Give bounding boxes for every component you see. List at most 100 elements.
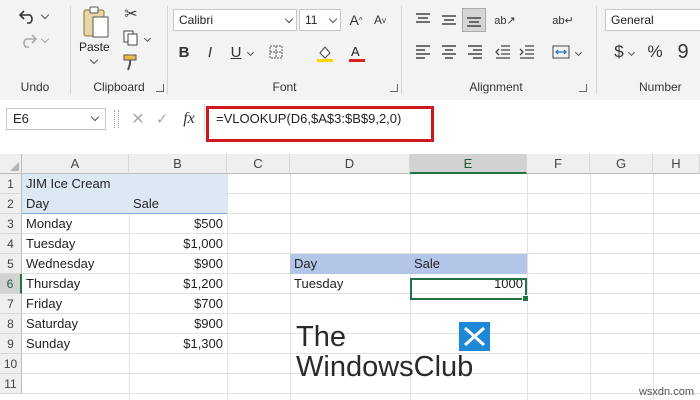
cell-a2[interactable]: Day [22,194,129,214]
source-label: wsxdn.com [638,386,694,398]
row-header-1[interactable]: 1 [0,174,22,194]
align-bottom-icon[interactable] [462,8,486,32]
font-launcher-icon[interactable] [390,84,398,92]
row-header-9[interactable]: 9 [0,334,22,354]
borders-icon[interactable] [266,42,286,62]
undo-group: Undo [0,0,70,100]
insert-function-icon[interactable]: fx [178,109,200,129]
underline-dropdown-icon[interactable] [246,46,254,58]
row-header-5[interactable]: 5 [0,254,22,274]
name-box-value: E6 [13,111,29,126]
row-header-7[interactable]: 7 [0,294,22,314]
italic-icon[interactable]: I [200,42,220,62]
row-header-4[interactable]: 4 [0,234,22,254]
cell-a5[interactable]: Wednesday [22,254,129,274]
currency-icon[interactable]: $ [609,42,629,62]
cell-b6[interactable]: $1,200 [129,274,227,294]
chevron-down-icon [328,14,338,24]
merge-dropdown-icon[interactable] [574,46,582,58]
row-header-3[interactable]: 3 [0,214,22,234]
formula-bar-grip[interactable] [114,110,119,128]
undo-icon[interactable] [16,6,40,26]
cell-b8[interactable]: $900 [129,314,227,334]
font-size-dropdown[interactable]: 11 [299,9,341,31]
cell-b2[interactable]: Sale [129,194,227,214]
svg-text:A: A [351,44,360,59]
orientation-icon[interactable]: ab↗ [492,10,518,30]
row-header-2[interactable]: 2 [0,194,22,214]
decrease-indent-icon[interactable] [492,42,514,62]
cell-a4[interactable]: Tuesday [22,234,129,254]
increase-font-icon[interactable]: A ^ [346,10,366,30]
decrease-font-icon[interactable]: Av [370,10,390,30]
column-header-c[interactable]: C [227,154,290,174]
wrap-text-icon[interactable]: ab↵ [552,10,574,30]
align-right-icon[interactable] [464,42,486,62]
redo-icon[interactable] [16,30,40,50]
increase-indent-icon[interactable] [516,42,538,62]
bold-icon[interactable]: B [174,42,194,62]
cell-a9[interactable]: Sunday [22,334,129,354]
currency-dropdown-icon[interactable] [627,46,635,58]
paste-dropdown-icon[interactable] [89,55,99,65]
column-header-d[interactable]: D [290,154,410,174]
format-painter-icon[interactable] [121,52,141,72]
column-header-b[interactable]: B [129,154,227,174]
column-header-a[interactable]: A [22,154,129,174]
cell-b9[interactable]: $1,300 [129,334,227,354]
percent-icon[interactable]: % [645,42,665,62]
number-format-dropdown[interactable]: General [605,9,700,31]
alignment-launcher-icon[interactable] [579,84,587,92]
font-color-icon[interactable]: A [346,42,368,64]
underline-icon[interactable]: U [226,42,246,62]
column-header-g[interactable]: G [590,154,653,174]
paste-button[interactable]: Paste [79,40,110,54]
cell-b3[interactable]: $500 [129,214,227,234]
cell-d6[interactable]: Tuesday [290,274,410,294]
watermark-logo-icon [459,322,490,351]
undo-dropdown-icon[interactable] [40,8,50,22]
column-header-h[interactable]: H [653,154,700,174]
font-name-value: Calibri [179,13,214,27]
column-header-f[interactable]: F [527,154,590,174]
cut-icon[interactable]: ✂ [121,4,141,24]
active-cell-selection[interactable] [410,278,529,302]
row-header-10[interactable]: 10 [0,354,22,374]
column-header-e[interactable]: E [410,154,527,174]
alignment-group: ab↗ ab↵ Alignment [402,0,590,100]
align-center-icon[interactable] [438,42,460,62]
align-top-icon[interactable] [412,10,434,30]
copy-icon[interactable] [121,28,141,48]
merge-center-icon[interactable] [550,42,572,62]
font-name-dropdown[interactable]: Calibri [173,9,297,31]
cancel-entry-icon[interactable]: ✕ [130,110,146,128]
cell-e5[interactable]: Sale [410,254,527,274]
select-all-button[interactable] [0,154,22,174]
font-group-label: Font [272,80,297,94]
redo-dropdown-icon[interactable] [40,32,50,46]
confirm-entry-icon[interactable]: ✓ [154,110,170,128]
row-header-8[interactable]: 8 [0,314,22,334]
align-left-icon[interactable] [412,42,434,62]
fill-handle[interactable] [522,295,529,302]
row-header-6[interactable]: 6 [0,274,22,294]
cell-d5[interactable]: Day [290,254,410,274]
cell-b4[interactable]: $1,000 [129,234,227,254]
clipboard-group-label: Clipboard [93,80,145,94]
row-header-11[interactable]: 11 [0,374,22,394]
cell-a6[interactable]: Thursday [22,274,129,294]
cell-a1[interactable]: JIM Ice Cream [22,174,227,194]
paste-icon[interactable] [79,4,113,40]
align-middle-icon[interactable] [438,10,460,30]
copy-dropdown-icon[interactable] [143,32,151,44]
fill-color-icon[interactable] [314,42,336,64]
cell-a8[interactable]: Saturday [22,314,129,334]
cell-a3[interactable]: Monday [22,214,129,234]
clipboard-launcher-icon[interactable] [156,84,164,92]
name-box[interactable]: E6 [6,108,106,130]
cell-a7[interactable]: Friday [22,294,129,314]
cell-b5[interactable]: $900 [129,254,227,274]
formula-divider [204,104,205,134]
comma-style-icon[interactable]: 9 [673,41,693,63]
cell-b7[interactable]: $700 [129,294,227,314]
